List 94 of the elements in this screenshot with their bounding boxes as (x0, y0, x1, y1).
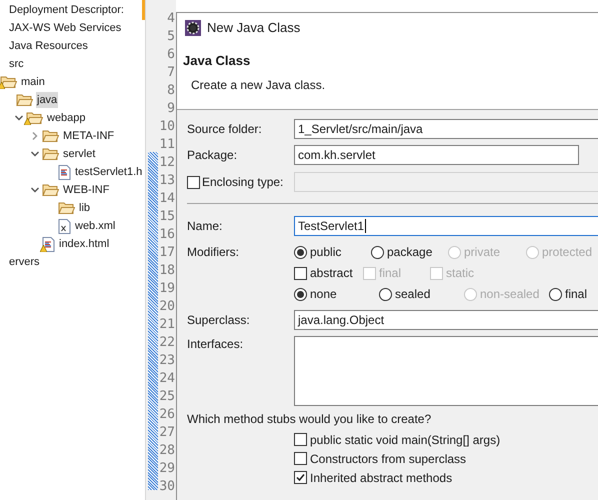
option-label: sealed (395, 286, 430, 302)
field-label: Superclass: (187, 312, 251, 328)
checkbox[interactable] (294, 471, 307, 484)
line-number: 17 (159, 244, 175, 262)
text-field[interactable]: java.lang.Object (294, 310, 598, 330)
tree-item[interactable]: index.html (58, 236, 110, 252)
line-number: 12 (159, 154, 175, 172)
line-number: 18 (159, 262, 175, 280)
line-number: 6 (167, 46, 175, 64)
line-number: 22 (159, 334, 175, 352)
tree-item[interactable]: main (20, 74, 46, 90)
radio-button[interactable] (379, 288, 392, 300)
line-number: 11 (159, 136, 175, 154)
option-label: public (310, 244, 342, 260)
line-number: 20 (159, 298, 175, 316)
checkbox[interactable] (294, 452, 307, 465)
field-label: Package: (187, 147, 238, 163)
tree-item[interactable]: META-INF (62, 128, 116, 144)
checkbox-label: Inherited abstract methods (310, 470, 452, 486)
header-description: Create a new Java class. (190, 77, 326, 93)
checkbox[interactable] (294, 433, 307, 446)
text-field[interactable]: TestServlet1 (294, 216, 598, 236)
chevron-down-icon[interactable] (14, 113, 24, 123)
stubs-question: Which method stubs would you like to create? (187, 411, 432, 427)
tree-item[interactable]: ervers (8, 254, 41, 270)
tree-item[interactable]: src (8, 56, 25, 72)
interfaces-list[interactable] (294, 336, 598, 406)
folder-icon (58, 201, 75, 215)
line-number: 8 (167, 82, 175, 100)
option-label: final (379, 265, 402, 281)
option-label: non-sealed (480, 286, 540, 302)
line-number: 10 (159, 118, 175, 136)
option-label: final (565, 286, 588, 302)
option-label: package (387, 244, 432, 260)
option-label: private (464, 244, 500, 260)
gear-icon (185, 20, 201, 36)
tree-item[interactable]: Java Resources (8, 38, 89, 54)
checkbox[interactable] (294, 266, 307, 280)
html-file-icon (58, 164, 71, 180)
option-label: none (310, 286, 337, 302)
line-number: 25 (159, 388, 175, 406)
line-number: 29 (159, 460, 175, 478)
line-number: 9 (167, 100, 175, 118)
chevron-down-icon[interactable] (30, 149, 40, 159)
line-number: 21 (159, 316, 175, 334)
folder-icon (42, 183, 59, 197)
line-number: 16 (159, 226, 175, 244)
line-number: 27 (159, 424, 175, 442)
radio-button[interactable] (294, 288, 307, 300)
line-number: 23 (159, 352, 175, 370)
tree-item[interactable]: testServlet1.h (74, 164, 142, 180)
checkbox-label: Constructors from superclass (310, 450, 466, 466)
tree-item[interactable]: JAX-WS Web Services (8, 20, 122, 36)
tree-item[interactable]: WEB-INF (62, 182, 110, 198)
line-number: 15 (159, 208, 175, 226)
folder-icon (42, 147, 59, 161)
line-number: 14 (159, 190, 175, 208)
checkbox-label: Enclosing type: (202, 174, 284, 191)
chevron-right-icon[interactable] (30, 131, 40, 141)
xml-file-icon (58, 218, 71, 234)
radio-button[interactable] (294, 246, 307, 258)
line-number: 13 (159, 172, 175, 190)
field-label: Name: (187, 218, 224, 234)
line-number: 4 (167, 10, 175, 28)
folder-icon (42, 129, 59, 143)
line-number: 7 (167, 64, 175, 82)
header-title: Java Class (183, 53, 252, 69)
line-number: 28 (159, 442, 175, 460)
text-field[interactable]: 1_Servlet/src/main/java (294, 119, 598, 139)
line-number: 19 (159, 280, 175, 298)
tree-item[interactable]: lib (78, 200, 92, 216)
radio-button[interactable] (549, 288, 562, 300)
field-label: Interfaces: (187, 336, 244, 352)
option-label: static (446, 265, 474, 281)
tree-item[interactable]: java (36, 92, 58, 108)
line-number: 26 (159, 406, 175, 424)
editor-tab-edge (142, 0, 145, 20)
line-number: 24 (159, 370, 175, 388)
line-number: 5 (167, 28, 175, 46)
tree-item[interactable]: webapp (46, 110, 87, 126)
checkbox-label: public static void main(String[] args) (310, 432, 500, 448)
tree-item[interactable]: web.xml (74, 218, 116, 234)
chevron-down-icon[interactable] (30, 185, 40, 195)
field-label: Source folder: (187, 121, 263, 137)
radio-button[interactable] (371, 246, 384, 258)
dialog-title: New Java Class (207, 19, 300, 38)
line-number: 30 (159, 478, 175, 496)
folder-icon (16, 93, 33, 107)
text-field[interactable]: com.kh.servlet (294, 145, 579, 165)
tree-item[interactable]: servlet (62, 146, 96, 162)
option-label: abstract (310, 265, 353, 281)
field-label: Modifiers: (187, 244, 240, 260)
option-label: protected (542, 244, 592, 260)
tree-item[interactable]: Deployment Descriptor: (8, 2, 125, 18)
